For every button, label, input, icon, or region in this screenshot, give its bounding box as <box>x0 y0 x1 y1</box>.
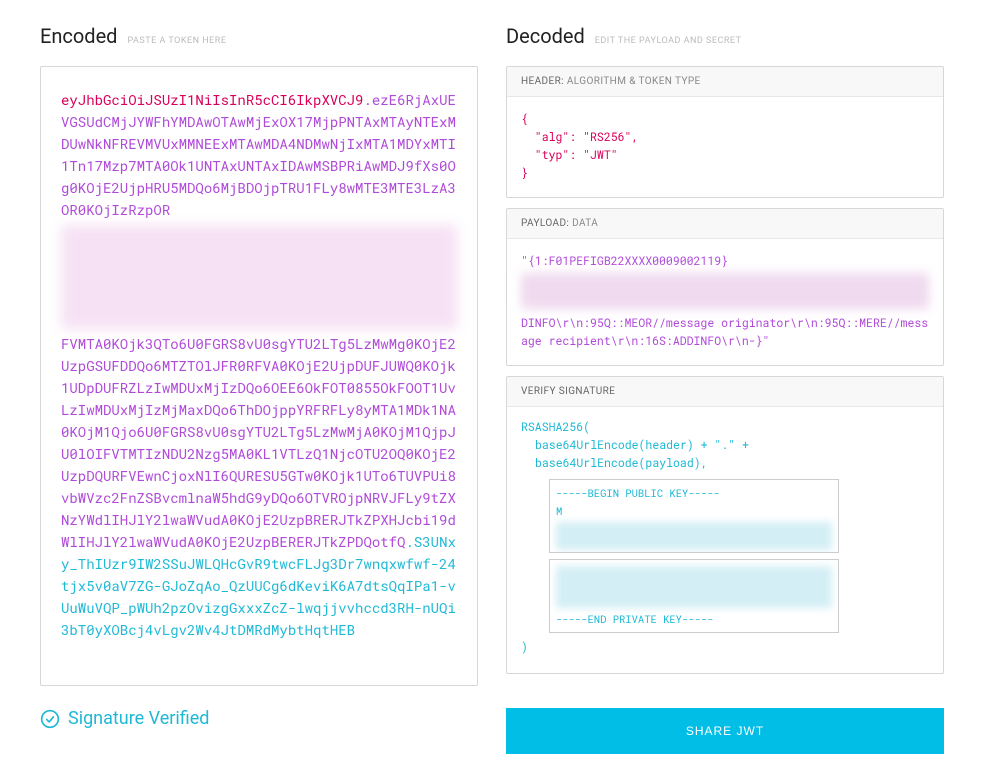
signature-status: Signature Verified <box>40 708 478 729</box>
privkey-redacted <box>556 566 832 608</box>
signature-status-text: Signature Verified <box>68 708 209 729</box>
main-columns: Encoded PASTE A TOKEN HERE eyJhbGciOiJSU… <box>40 24 944 754</box>
verify-fn: RSASHA256( <box>521 419 929 437</box>
jwt-payload-segment-post: FVMTA0KOjk3QTo6U0FGRS8vU0sgYTU2LTg5LzMwM… <box>61 334 456 551</box>
verify-bar: VERIFY SIGNATURE <box>507 377 943 407</box>
privkey-end: -----END PRIVATE KEY----- <box>556 610 832 628</box>
decoded-payload-label: PAYLOAD: <box>521 218 569 229</box>
verify-body: RSASHA256( base64UrlEncode(header) + "."… <box>507 407 943 673</box>
check-circle-icon <box>40 709 60 729</box>
pubkey-begin: -----BEGIN PUBLIC KEY----- <box>556 484 832 502</box>
decoded-payload-section: PAYLOAD: DATA "{1:F01PEFIGB22XXXX0009002… <box>506 208 944 366</box>
payload-line-pre: "{1:F01PEFIGB22XXXX0009002119} <box>521 254 728 269</box>
pubkey-frag-end: Imxe7V0b <box>556 552 832 553</box>
decoded-header-bar: HEADER: ALGORITHM & TOKEN TYPE <box>507 67 943 97</box>
private-key-textarea[interactable]: -----END PRIVATE KEY----- <box>549 559 839 633</box>
payload-redacted <box>521 273 929 309</box>
decoded-payload-sub: DATA <box>572 218 598 229</box>
decoded-header-label: HEADER: <box>521 76 564 87</box>
decoded-header-section: HEADER: ALGORITHM & TOKEN TYPE { "alg": … <box>506 66 944 198</box>
decoded-column: Decoded EDIT THE PAYLOAD AND SECRET HEAD… <box>506 24 944 754</box>
encoded-title-row: Encoded PASTE A TOKEN HERE <box>40 24 478 48</box>
verify-signature-section: VERIFY SIGNATURE RSASHA256( base64UrlEnc… <box>506 376 944 674</box>
decoded-header-sub: ALGORITHM & TOKEN TYPE <box>567 76 701 87</box>
decoded-header-body[interactable]: { "alg": "RS256", "typ": "JWT" } <box>507 97 943 197</box>
encoded-title: Encoded <box>40 24 117 48</box>
pubkey-redacted <box>556 522 832 550</box>
decoded-payload-bar: PAYLOAD: DATA <box>507 209 943 239</box>
verify-close: ) <box>521 639 929 657</box>
redacted-band <box>61 225 457 329</box>
share-jwt-button[interactable]: SHARE JWT <box>506 708 944 754</box>
verify-label: VERIFY SIGNATURE <box>521 386 615 397</box>
jwt-payload-segment-pre: ezE6RjAxUEVGSUdCMjJYWFhYMDAwOTAwMjExOX17… <box>61 90 456 219</box>
decoded-title: Decoded <box>506 24 585 48</box>
encoded-hint: PASTE A TOKEN HERE <box>127 36 226 46</box>
decoded-payload-body[interactable]: "{1:F01PEFIGB22XXXX0009002119} DINFO\r\n… <box>507 239 943 365</box>
decoded-hint: EDIT THE PAYLOAD AND SECRET <box>595 36 742 46</box>
payload-line-post: DINFO\r\n:95Q::MEOR//message originator\… <box>521 316 928 349</box>
encoded-token-box[interactable]: eyJhbGciOiJSUzI1NiIsInR5cCI6IkpXVCJ9.ezE… <box>40 66 478 686</box>
decoded-title-row: Decoded EDIT THE PAYLOAD AND SECRET <box>506 24 944 48</box>
public-key-textarea[interactable]: -----BEGIN PUBLIC KEY----- M Imxe7V0b <box>549 479 839 553</box>
verify-line-2: base64UrlEncode(payload), <box>521 455 929 473</box>
encoded-column: Encoded PASTE A TOKEN HERE eyJhbGciOiJSU… <box>40 24 478 754</box>
pubkey-frag-m: M <box>556 504 562 518</box>
verify-line-1: base64UrlEncode(header) + "." + <box>521 437 929 455</box>
jwt-header-segment: eyJhbGciOiJSUzI1NiIsInR5cCI6IkpXVCJ9 <box>61 90 363 109</box>
